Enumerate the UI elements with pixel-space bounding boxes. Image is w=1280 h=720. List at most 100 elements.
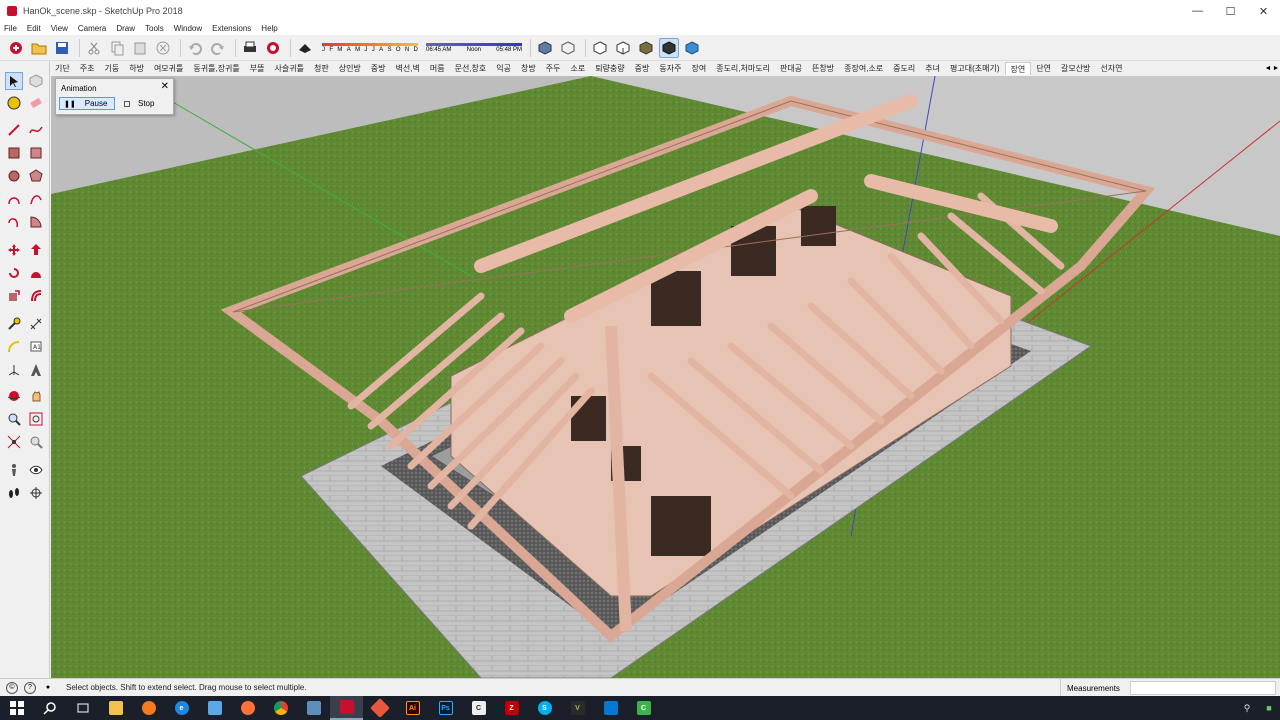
copy-button[interactable] [107, 38, 127, 58]
notification-icon[interactable]: ■ [1258, 703, 1280, 713]
scene-tab[interactable]: 주두 [541, 62, 566, 75]
two-point-arc-button[interactable] [27, 190, 45, 208]
task-view-button[interactable] [66, 696, 99, 720]
zoom-window-button[interactable] [27, 410, 45, 428]
circle-tool-button[interactable] [5, 167, 23, 185]
taskbar-capture[interactable] [297, 696, 330, 720]
scene-tab[interactable]: 청판 [309, 62, 334, 75]
scene-tab[interactable]: 머름 [425, 62, 450, 75]
measurements-input[interactable] [1130, 681, 1276, 695]
taskbar-autodesk[interactable] [363, 696, 396, 720]
taskbar-camtasia[interactable]: C [627, 696, 660, 720]
wireframe-button[interactable] [558, 38, 578, 58]
taskbar-avast[interactable] [132, 696, 165, 720]
offset-tool-button[interactable] [27, 287, 45, 305]
taskbar-sketchup[interactable] [330, 696, 363, 720]
taskbar-photoshop[interactable]: Ps [429, 696, 462, 720]
taskbar-illustrator[interactable]: Ai [396, 696, 429, 720]
scene-tab[interactable]: 벽선,벽 [391, 62, 425, 75]
look-around-button[interactable] [27, 461, 45, 479]
arc-tool-button[interactable] [5, 190, 23, 208]
rectangle-tool-button[interactable] [5, 144, 23, 162]
monochrome-button[interactable] [659, 37, 679, 58]
model-viewport[interactable] [51, 76, 1280, 678]
taskbar-store[interactable] [198, 696, 231, 720]
3d-text-button[interactable] [27, 361, 45, 379]
close-window-button[interactable]: ✕ [1247, 0, 1280, 22]
cut-button[interactable] [84, 38, 104, 58]
dimension-tool-button[interactable] [27, 315, 45, 333]
make-component-button[interactable] [27, 72, 45, 90]
scene-tab[interactable]: 하방 [124, 62, 149, 75]
taskbar-skype[interactable]: S [528, 696, 561, 720]
menu-tools[interactable]: Tools [145, 24, 164, 33]
protractor-button[interactable] [5, 338, 23, 356]
scene-tab[interactable]: 평고대(초매기) [945, 62, 1005, 75]
style-button[interactable] [682, 38, 702, 58]
open-button[interactable] [29, 38, 49, 58]
taskbar-edge[interactable]: e [165, 696, 198, 720]
previous-view-button[interactable] [27, 433, 45, 451]
maximize-button[interactable]: ☐ [1214, 0, 1247, 22]
rotated-rectangle-button[interactable] [27, 144, 45, 162]
stop-button[interactable]: Stop [119, 97, 159, 110]
scene-tab[interactable]: 동귀틀,장귀틀 [188, 62, 244, 75]
scene-tab[interactable]: 장연 [1004, 62, 1032, 75]
scene-tab[interactable]: 익공 [491, 62, 516, 75]
paint-bucket-button[interactable] [5, 94, 23, 112]
eraser-button[interactable] [27, 94, 45, 112]
scene-tab[interactable]: 추녀 [920, 62, 945, 75]
scene-tab[interactable]: 기단 [50, 62, 75, 75]
scene-tab[interactable]: 기둥 [99, 62, 124, 75]
text-tool-button[interactable]: A1 [27, 338, 45, 356]
scene-tab[interactable]: 중방 [366, 62, 391, 75]
erase-button[interactable] [153, 38, 173, 58]
scene-tab[interactable]: 문선,창호 [450, 62, 492, 75]
geo-location-icon[interactable]: © [6, 681, 18, 694]
menu-draw[interactable]: Draw [116, 24, 135, 33]
scene-tab[interactable]: 동자주 [654, 62, 686, 75]
scene-tab[interactable]: 중방 [630, 62, 655, 75]
scene-tab[interactable]: 선자연 [1095, 62, 1127, 75]
scene-tab[interactable]: 소로 [565, 62, 590, 75]
walk-tool-button[interactable] [5, 484, 23, 502]
axes-tool-button[interactable] [5, 361, 23, 379]
menu-edit[interactable]: Edit [27, 24, 41, 33]
menu-extensions[interactable]: Extensions [212, 24, 251, 33]
scene-tab[interactable]: 사슬귀틀 [270, 62, 309, 75]
scene-tab[interactable]: 갈모산방 [1056, 62, 1095, 75]
line-tool-button[interactable] [5, 121, 23, 139]
scene-tab[interactable]: 상인방 [334, 62, 366, 75]
print-button[interactable] [240, 38, 260, 58]
save-button[interactable] [52, 38, 72, 58]
select-tool-button[interactable] [5, 72, 23, 90]
rotate-tool-button[interactable] [5, 264, 23, 282]
menu-view[interactable]: View [51, 24, 68, 33]
start-button[interactable] [0, 696, 33, 720]
people-icon[interactable]: ⚲ [1236, 703, 1258, 714]
orbit-tool-button[interactable] [5, 387, 23, 405]
undo-button[interactable] [185, 38, 205, 58]
user-account-icon[interactable]: ● [42, 682, 54, 694]
scene-tab[interactable]: 창방 [516, 62, 541, 75]
scene-tab[interactable]: 판대공 [775, 62, 807, 75]
section-plane-button[interactable] [27, 484, 45, 502]
model-info-button[interactable] [263, 38, 283, 58]
taskbar-firefox[interactable] [231, 696, 264, 720]
animation-close-button[interactable]: ✕ [161, 81, 169, 92]
scene-tab[interactable]: 주초 [75, 62, 100, 75]
shaded-textures-button[interactable] [636, 38, 656, 58]
taskbar-chrome[interactable] [264, 696, 297, 720]
scene-tab[interactable]: 뜬창방 [807, 62, 839, 75]
zoom-extents-button[interactable] [5, 433, 23, 451]
zoom-tool-button[interactable] [5, 410, 23, 428]
pause-button[interactable]: ❚❚ Pause [59, 97, 115, 110]
shadows-toggle-button[interactable] [295, 38, 315, 58]
follow-me-button[interactable] [27, 264, 45, 282]
minimize-button[interactable]: — [1181, 0, 1214, 22]
scene-tab[interactable]: 장여 [686, 62, 711, 75]
scene-tab[interactable]: 종장여,소로 [839, 62, 888, 75]
scene-prev-button[interactable]: ◄ [1264, 65, 1272, 72]
redo-button[interactable] [208, 38, 228, 58]
scene-tab[interactable]: 퇴량충량 [590, 62, 629, 75]
